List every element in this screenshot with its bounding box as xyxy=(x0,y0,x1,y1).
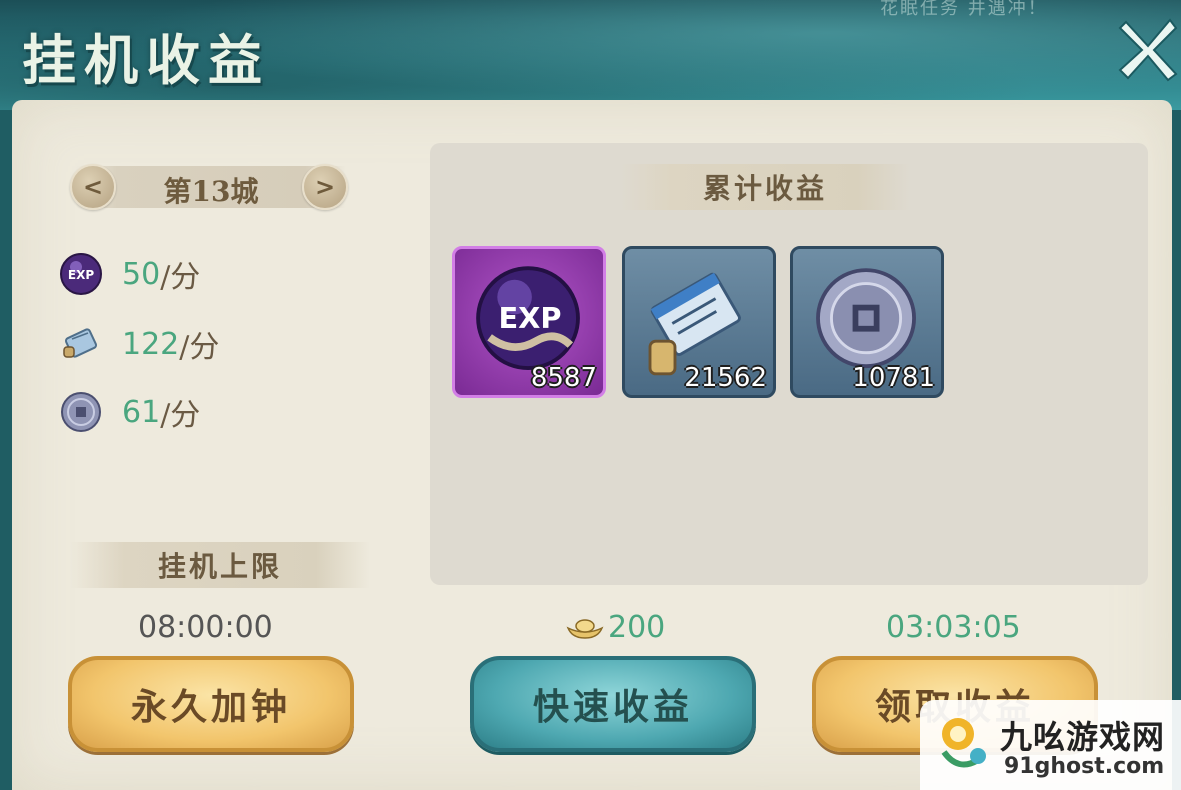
site-watermark: 九吆游戏网 91ghost.com xyxy=(920,700,1181,790)
reward-item-exp[interactable]: EXP 8587 xyxy=(452,246,606,398)
rate-value: 61 xyxy=(122,394,161,430)
item-count: 21562 xyxy=(684,363,767,393)
reward-item-coin[interactable]: 10781 xyxy=(790,246,944,398)
claim-timer: 03:03:05 xyxy=(886,610,1021,645)
item-count: 8587 xyxy=(530,363,597,393)
extend-time-button[interactable]: 永久加钟 xyxy=(68,656,354,752)
quick-gain-cost: 200 xyxy=(566,610,665,645)
exp-orb-icon: EXP xyxy=(60,253,102,295)
top-hint-text: 花眠任务 井遇冲！ xyxy=(880,0,1048,19)
rate-value: 122 xyxy=(122,326,180,362)
cost-value: 200 xyxy=(608,610,666,645)
close-icon xyxy=(1118,18,1178,82)
svg-text:EXP: EXP xyxy=(68,268,94,282)
svg-text:EXP: EXP xyxy=(498,301,561,335)
rate-value: 50 xyxy=(122,256,161,292)
page-title: 挂机收益 xyxy=(22,28,270,92)
idle-limit-label: 挂机上限 xyxy=(157,550,282,583)
scroll-icon xyxy=(63,328,98,358)
city-selector: < 第13城 > xyxy=(66,162,356,212)
chevron-left-icon: < xyxy=(82,173,104,201)
rewards-header-label: 累计收益 xyxy=(702,172,827,205)
idle-limit-header: 挂机上限 xyxy=(70,542,370,588)
reward-item-scroll[interactable]: 21562 xyxy=(622,246,776,398)
quick-gain-label: 快速收益 xyxy=(532,686,693,728)
idle-limit-time: 08:00:00 xyxy=(138,610,273,645)
quick-gain-button[interactable]: 快速收益 xyxy=(470,656,756,752)
rewards-header: 累计收益 xyxy=(620,164,910,210)
close-button[interactable] xyxy=(1118,12,1178,84)
rate-unit: /分 xyxy=(160,260,201,295)
watermark-title: 九吆游戏网 xyxy=(1000,718,1166,756)
rate-unit: /分 xyxy=(179,330,220,365)
rate-row-scroll: 122 /分 xyxy=(58,322,219,366)
rate-row-coin: 61 /分 xyxy=(58,390,200,434)
rate-unit: /分 xyxy=(160,398,201,433)
city-label: 第13城 xyxy=(163,175,259,208)
ingot-icon xyxy=(566,618,604,639)
watermark-url: 91ghost.com xyxy=(1004,754,1165,779)
chevron-right-icon: > xyxy=(314,173,336,201)
rate-row-exp: EXP 50 /分 xyxy=(58,252,200,296)
coin-icon xyxy=(61,392,101,432)
item-count: 10781 xyxy=(852,363,935,393)
extend-time-label: 永久加钟 xyxy=(130,686,291,728)
prev-city-button[interactable]: < xyxy=(70,164,116,210)
watermark-logo-icon xyxy=(941,718,986,768)
next-city-button[interactable]: > xyxy=(302,164,348,210)
